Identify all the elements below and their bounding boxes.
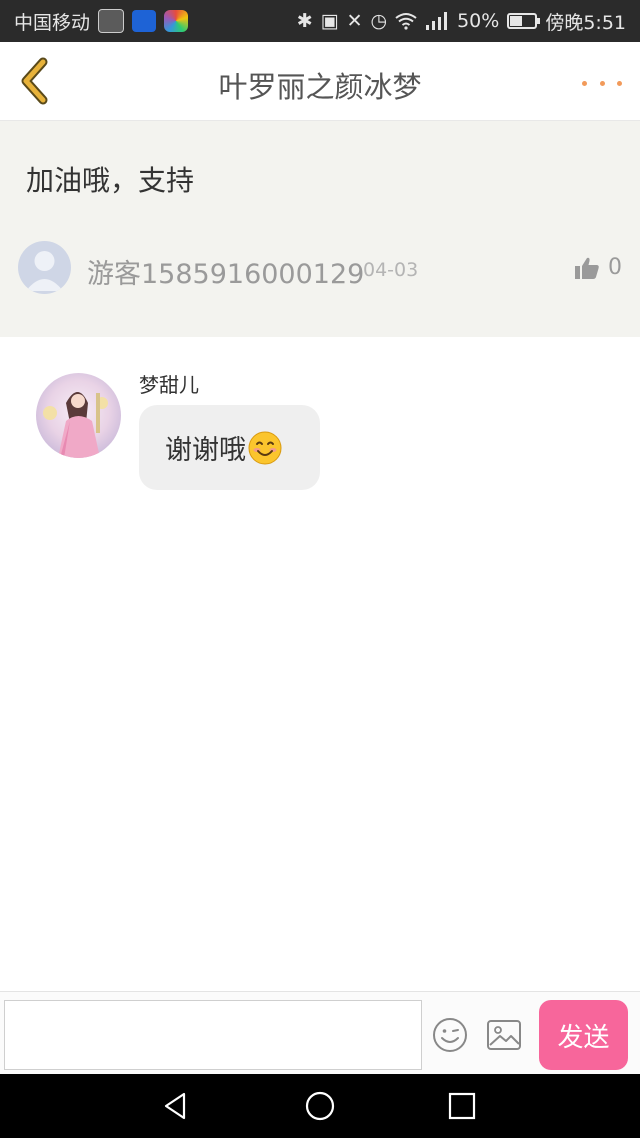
post-username: 游客1585916000129 — [87, 259, 365, 290]
more-dot — [599, 80, 605, 86]
bluetooth-icon: ✱ — [296, 10, 313, 32]
more-dot — [617, 80, 622, 86]
character-avatar-image — [36, 373, 121, 458]
signal-icon — [426, 12, 448, 30]
status-bar: 中国移动 ✱ ▣ ✕ ◷ 50% 傍晚5:51 — [0, 0, 640, 42]
home-circle-icon — [305, 1091, 335, 1121]
reply-message-bubble: 谢谢哦 — [139, 405, 320, 490]
default-user-icon — [26, 251, 63, 291]
page-title: 叶罗丽之颜冰梦 — [218, 70, 422, 104]
nfc-icon: ▣ — [320, 10, 339, 32]
smiley-icon — [433, 1018, 467, 1052]
post-date: 04-03 — [363, 259, 419, 281]
send-button[interactable]: 发送 — [539, 1000, 628, 1070]
status-bar-left: 中国移动 — [14, 8, 189, 35]
image-button[interactable] — [486, 1019, 522, 1051]
top-nav-bar: 叶罗丽之颜冰梦 — [0, 42, 640, 121]
message-input[interactable] — [4, 1000, 422, 1070]
guest-avatar[interactable] — [18, 241, 71, 294]
system-back-button[interactable] — [160, 1090, 192, 1122]
app-notification-icon — [164, 10, 189, 32]
emoji-button[interactable] — [432, 1017, 468, 1053]
more-button[interactable] — [582, 68, 622, 98]
wifi-icon — [395, 13, 417, 30]
system-recents-button[interactable] — [446, 1090, 478, 1122]
battery-percent: 50% — [457, 10, 500, 32]
post-text: 加油哦，支持 — [26, 164, 195, 197]
original-post: 加油哦，支持 游客1585916000129 04-03 0 — [0, 121, 640, 337]
app-notification-icon — [132, 10, 157, 32]
battery-icon — [507, 13, 541, 29]
recents-square-icon — [448, 1092, 476, 1120]
like-count: 0 — [608, 255, 622, 280]
carrier-name: 中国移动 — [14, 11, 91, 34]
app-notification-icon — [98, 9, 125, 33]
system-home-button[interactable] — [304, 1090, 336, 1122]
thumbs-up-icon — [575, 257, 599, 279]
picture-icon — [487, 1020, 521, 1050]
reply-username: 梦甜儿 — [139, 373, 199, 397]
back-triangle-icon — [164, 1092, 186, 1120]
mute-icon: ✕ — [346, 10, 363, 32]
reply-message-text: 谢谢哦 — [165, 435, 246, 466]
comment-input-bar: 发送 — [0, 991, 640, 1075]
clock: 傍晚5:51 — [545, 11, 626, 34]
system-navigation-bar — [0, 1074, 640, 1138]
alarm-icon: ◷ — [370, 10, 388, 32]
more-dot — [582, 80, 587, 86]
smiling-face-emoji-icon — [248, 431, 282, 464]
status-bar-right: ✱ ▣ ✕ ◷ 50% 傍晚5:51 — [297, 8, 626, 35]
like-button[interactable]: 0 — [574, 255, 622, 280]
reply-avatar[interactable] — [36, 373, 121, 458]
